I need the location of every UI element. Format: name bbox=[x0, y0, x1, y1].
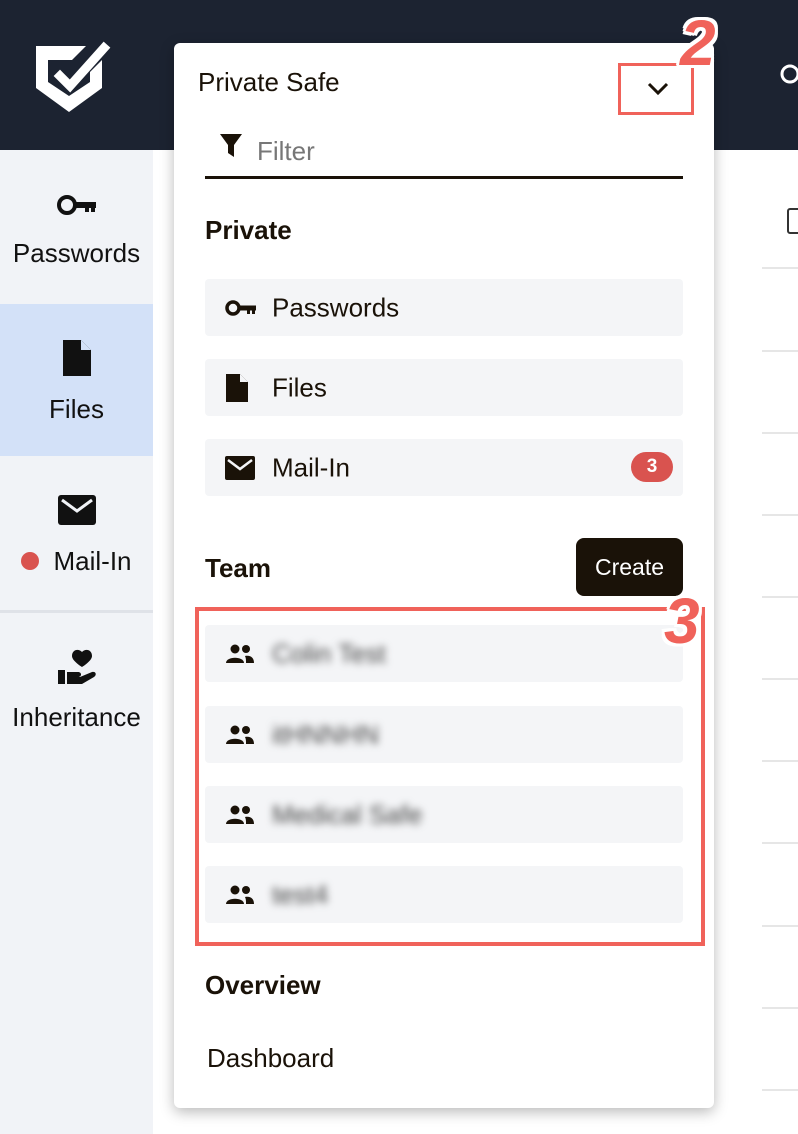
section-title-team: Team bbox=[205, 553, 271, 583]
sidebar-item-label: Mail-In bbox=[0, 546, 153, 577]
row-divider bbox=[762, 925, 798, 927]
sidebar: Passwords Files Mail-In Inheritance bbox=[0, 150, 153, 1134]
team-list-highlight-box bbox=[195, 607, 705, 946]
key-icon bbox=[225, 299, 256, 316]
dropdown-title[interactable]: Private Safe bbox=[198, 67, 340, 98]
unread-count-badge: 3 bbox=[631, 452, 673, 482]
row-divider bbox=[762, 432, 798, 434]
row-divider bbox=[762, 596, 798, 598]
row-divider bbox=[762, 842, 798, 844]
filter-field bbox=[205, 129, 683, 179]
sidebar-item-files[interactable]: Files bbox=[0, 304, 153, 456]
annotation-number: 3 bbox=[664, 585, 700, 657]
row-divider bbox=[762, 267, 798, 269]
filter-input[interactable] bbox=[257, 133, 657, 169]
section-title-private: Private bbox=[205, 215, 292, 245]
row-divider bbox=[762, 514, 798, 516]
row-divider bbox=[762, 1007, 798, 1009]
section-title-overview: Overview bbox=[205, 970, 321, 1000]
private-item-mail-in[interactable]: Mail-In 3 bbox=[205, 439, 683, 496]
sidebar-divider bbox=[0, 610, 153, 613]
select-all-checkbox[interactable] bbox=[787, 208, 798, 234]
private-item-passwords[interactable]: Passwords bbox=[205, 279, 683, 336]
item-label: Mail-In bbox=[272, 452, 351, 482]
sidebar-item-inheritance[interactable]: Inheritance bbox=[0, 614, 153, 766]
safe-switcher-dropdown: Private Safe Private Passwords Files bbox=[174, 43, 714, 1108]
notification-dot bbox=[21, 552, 40, 571]
private-item-files[interactable]: Files bbox=[205, 359, 683, 416]
search-icon[interactable] bbox=[776, 62, 798, 92]
item-label: Passwords bbox=[272, 292, 400, 322]
row-divider bbox=[762, 678, 798, 680]
row-divider bbox=[762, 760, 798, 762]
chevron-down-icon bbox=[647, 82, 669, 96]
file-icon bbox=[62, 340, 91, 376]
row-divider bbox=[762, 1089, 798, 1091]
sidebar-item-mail-in[interactable]: Mail-In bbox=[0, 458, 153, 610]
filter-icon bbox=[220, 134, 242, 157]
shield-logo-icon[interactable] bbox=[26, 36, 112, 122]
dashboard-link[interactable]: Dashboard bbox=[207, 1043, 334, 1074]
row-divider bbox=[762, 350, 798, 352]
key-icon bbox=[56, 195, 96, 215]
mail-icon bbox=[57, 495, 96, 525]
annotation-number: 2 bbox=[680, 7, 716, 79]
item-label: Files bbox=[272, 372, 327, 402]
sidebar-item-label: Passwords bbox=[12, 238, 141, 268]
sidebar-item-label: Files bbox=[49, 394, 104, 424]
file-icon bbox=[226, 373, 248, 402]
heart-hand-icon bbox=[57, 649, 96, 684]
sidebar-item-passwords[interactable]: Passwords bbox=[0, 150, 153, 302]
sidebar-item-label: Inheritance bbox=[12, 702, 141, 732]
mail-icon bbox=[225, 455, 255, 480]
